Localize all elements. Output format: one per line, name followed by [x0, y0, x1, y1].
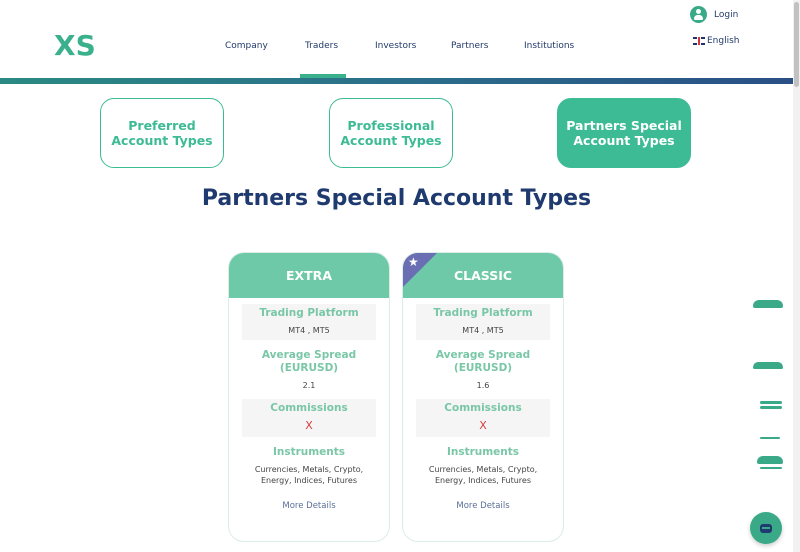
- spread-row: Average Spread (EURUSD) 2.1: [242, 346, 376, 395]
- trading-platform-row: Trading Platform MT4 , MT5: [416, 304, 550, 340]
- nav-investors[interactable]: Investors: [375, 41, 416, 51]
- commissions-cross-icon: X: [305, 419, 313, 432]
- spread-value: 1.6: [476, 381, 490, 390]
- instruments-row: Instruments Currencies, Metals, Crypto, …: [416, 443, 550, 490]
- tab-preferred-account-types[interactable]: Preferred Account Types: [100, 98, 224, 168]
- trading-platform-row: Trading Platform MT4 , MT5: [242, 304, 376, 340]
- main-nav: Company Traders Investors Partners Insti…: [0, 41, 800, 55]
- tab-professional-account-types[interactable]: Professional Account Types: [329, 98, 453, 168]
- account-card-classic: CLASSIC ★ Trading Platform MT4 , MT5 Ave…: [402, 252, 564, 542]
- commissions-label: Commissions: [444, 402, 522, 414]
- more-details-link[interactable]: More Details: [229, 501, 389, 511]
- account-card-extra: EXTRA Trading Platform MT4 , MT5 Average…: [228, 252, 390, 542]
- star-icon: ★: [408, 255, 419, 269]
- trading-platform-label: Trading Platform: [259, 307, 359, 319]
- floating-widget-6[interactable]: [757, 456, 783, 464]
- commissions-cross-icon: X: [479, 419, 487, 432]
- spread-row: Average Spread (EURUSD) 1.6: [416, 346, 550, 395]
- scrollbar-thumb[interactable]: [794, 2, 799, 87]
- floating-widget-5[interactable]: [760, 437, 780, 439]
- spread-value: 2.1: [302, 381, 316, 390]
- tab-partners-special-account-types[interactable]: Partners Special Account Types: [557, 98, 691, 168]
- trading-platform-label: Trading Platform: [433, 307, 533, 319]
- commissions-label: Commissions: [270, 402, 348, 414]
- instruments-row: Instruments Currencies, Metals, Crypto, …: [242, 443, 376, 490]
- nav-institutions[interactable]: Institutions: [524, 41, 574, 51]
- instruments-label: Instruments: [446, 446, 520, 458]
- commissions-row: Commissions X: [242, 399, 376, 437]
- uk-flag-icon: [693, 37, 705, 45]
- nav-traders[interactable]: Traders: [305, 41, 338, 51]
- spread-label: Average Spread (EURUSD): [261, 349, 357, 374]
- spread-label: Average Spread (EURUSD): [435, 349, 531, 374]
- trading-platform-value: MT4 , MT5: [462, 326, 504, 335]
- instruments-value: Currencies, Metals, Crypto, Energy, Indi…: [428, 465, 538, 485]
- floating-widget-1[interactable]: [753, 300, 783, 308]
- login-label: Login: [714, 9, 739, 20]
- more-details-link[interactable]: More Details: [403, 501, 563, 511]
- floating-widget-7[interactable]: [760, 467, 782, 469]
- language-selector[interactable]: English: [693, 36, 740, 46]
- page: XS Company Traders Investors Partners In…: [0, 0, 800, 552]
- trading-platform-value: MT4 , MT5: [288, 326, 330, 335]
- chat-button[interactable]: [750, 512, 782, 544]
- card-title: EXTRA: [229, 253, 389, 298]
- floating-widget-4[interactable]: [760, 406, 782, 409]
- featured-ribbon: ★: [403, 253, 437, 287]
- chat-icon: [760, 523, 772, 533]
- nav-company[interactable]: Company: [225, 41, 268, 51]
- instruments-value: Currencies, Metals, Crypto, Energy, Indi…: [254, 465, 364, 485]
- language-label: English: [707, 36, 740, 46]
- header-divider: [0, 78, 793, 84]
- user-icon: [690, 6, 707, 23]
- instruments-label: Instruments: [272, 446, 346, 458]
- nav-partners[interactable]: Partners: [451, 41, 488, 51]
- section-title: Partners Special Account Types: [201, 186, 592, 211]
- floating-widget-3[interactable]: [760, 401, 782, 404]
- login-link[interactable]: Login: [690, 6, 738, 23]
- commissions-row: Commissions X: [416, 399, 550, 437]
- floating-widget-2[interactable]: [753, 362, 783, 369]
